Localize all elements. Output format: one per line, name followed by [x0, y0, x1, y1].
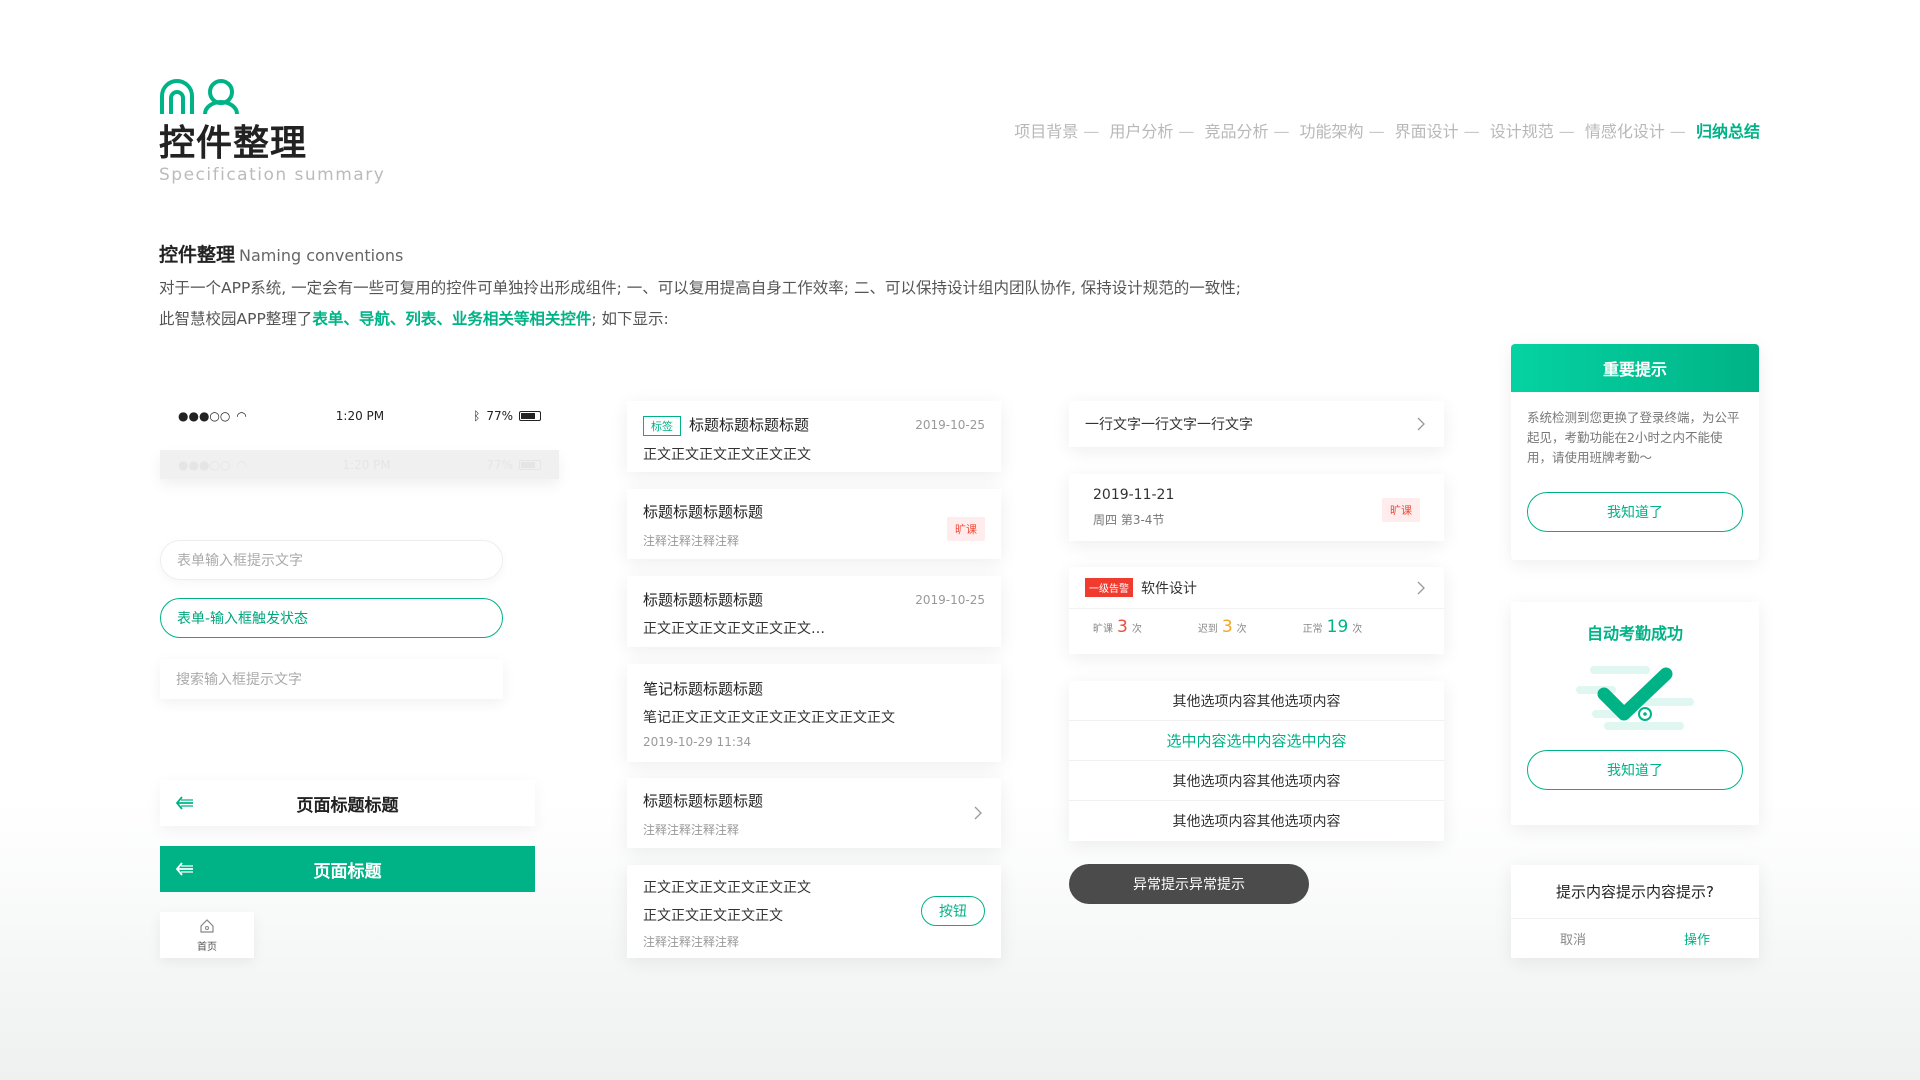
chevron-right-icon — [974, 806, 982, 820]
success-dialog: 自动考勤成功 我知道了 — [1511, 602, 1759, 825]
option-item[interactable]: 其他选项内容其他选项内容 — [1069, 761, 1444, 801]
wifi-icon: ◠ — [236, 457, 247, 472]
back-arrow-icon[interactable] — [174, 792, 196, 814]
absent-badge: 旷课 — [947, 517, 985, 541]
list-note: 注释注释注释注释 — [643, 935, 740, 949]
navbar-title: 页面标题标题 — [296, 795, 399, 816]
tag-badge: 标签 — [643, 416, 681, 436]
signal-icon: ●●●○○ — [178, 457, 231, 472]
note-body: 笔记正文正文正文正文正文正文正文正文 — [643, 710, 895, 726]
option-item-selected[interactable]: 选中内容选中内容选中内容 — [1069, 721, 1444, 761]
cancel-button[interactable]: 取消 — [1511, 919, 1635, 957]
status-bar-ghost: ●●●○○ ◠ 1:20 PM 77% — [160, 450, 559, 479]
list-title: 标题标题标题标题 — [643, 591, 764, 609]
list-note: 注释注释注释注释 — [643, 534, 740, 548]
list-title: 标题标题标题标题 — [643, 503, 764, 521]
date-text: 2019-11-21 — [1093, 487, 1175, 503]
section-title: 控件整理 Naming conventions — [159, 244, 404, 266]
battery-icon — [519, 459, 541, 470]
nav-item-spec[interactable]: 设计规范 — [1490, 122, 1554, 141]
error-toast: 异常提示异常提示 — [1069, 864, 1309, 904]
status-time: 1:20 PM — [342, 457, 391, 472]
date-item[interactable]: 2019-11-21 周四 第3-4节 旷课 — [1069, 474, 1444, 541]
battery-percent: 77% — [486, 457, 513, 472]
stat-absent: 旷课 3 次 — [1093, 617, 1142, 637]
option-list: 其他选项内容其他选项内容 选中内容选中内容选中内容 其他选项内容其他选项内容 其… — [1069, 681, 1444, 841]
success-check-icon — [1576, 666, 1694, 730]
navbar-white: 页面标题标题 — [160, 780, 535, 826]
tab-home-label: 首页 — [197, 941, 217, 953]
status-bar: ●●●○○ ◠ 1:20 PM ᛒ 77% — [160, 401, 559, 430]
dialog-text: 系统检测到您更换了登录终端，为公平起见，考勤功能在2小时之内不能使用，请使用班牌… — [1527, 410, 1740, 465]
list-item[interactable]: 标签 标题标题标题标题 2019-10-25 正文正文正文正文正文正文 — [627, 401, 1001, 472]
important-dialog: 重要提示 系统检测到您更换了登录终端，为公平起见，考勤功能在2小时之内不能使用，… — [1511, 344, 1759, 560]
confirm-dialog: 提示内容提示内容提示? 取消 操作 — [1511, 865, 1759, 958]
list-note: 注释注释注释注释 — [643, 823, 740, 837]
home-icon — [200, 918, 214, 933]
nav-item-user-analysis[interactable]: 用户分析 — [1109, 122, 1173, 141]
nav-item-competitor[interactable]: 竞品分析 — [1204, 122, 1268, 141]
list-item[interactable]: 标题标题标题标题 2019-10-25 正文正文正文正文正文正文… — [627, 576, 1001, 647]
nav-item-summary[interactable]: 归纳总结 — [1696, 122, 1760, 141]
nav-item-emotional[interactable]: 情感化设计 — [1585, 122, 1665, 141]
page-subtitle: Specification summary — [159, 165, 386, 185]
chevron-right-icon — [1417, 581, 1425, 594]
list-date: 2019-10-25 — [915, 592, 985, 607]
dialog-text: 提示内容提示内容提示? — [1511, 865, 1759, 919]
list-body: 正文正文正文正文正文正文 — [643, 447, 811, 463]
form-input[interactable]: 表单输入框提示文字 — [160, 540, 503, 580]
acknowledge-button[interactable]: 我知道了 — [1527, 492, 1743, 532]
page-title: 控件整理 — [159, 123, 308, 164]
navbar-title: 页面标题 — [313, 861, 382, 882]
single-line-item[interactable]: 一行文字一行文字一行文字 — [1069, 401, 1444, 447]
list-date: 2019-10-25 — [915, 418, 985, 432]
note-item[interactable]: 笔记标题标题标题 笔记正文正文正文正文正文正文正文正文 2019-10-29 1… — [627, 664, 1001, 762]
absent-badge: 旷课 — [1382, 498, 1420, 522]
action-button[interactable]: 按钮 — [921, 896, 985, 926]
option-item[interactable]: 其他选项内容其他选项内容 — [1069, 681, 1444, 721]
course-name: 软件设计 — [1141, 580, 1197, 597]
note-title: 笔记标题标题标题 — [643, 680, 764, 698]
search-input[interactable]: 搜索输入框提示文字 — [160, 659, 503, 699]
chevron-right-icon — [1417, 417, 1425, 431]
note-time: 2019-10-29 11:34 — [643, 735, 752, 749]
section-desc: 对于一个APP系统, 一定会有一些可复用的控件可单独拎出形成组件; 一、可以复用… — [159, 279, 1242, 297]
list-title: 标题标题标题标题 — [643, 792, 764, 810]
navbar-green: 页面标题 — [160, 846, 535, 892]
signal-icon: ●●●○○ — [178, 408, 231, 423]
top-nav: 项目背景 — 用户分析 — 竞品分析 — 功能架构 — 界面设计 — 设计规范 — 情感化设… — [1014, 122, 1760, 141]
dialog-title: 自动考勤成功 — [1586, 624, 1683, 643]
brand-logo-icon — [160, 79, 239, 115]
section-desc-2: 此智慧校园APP整理了表单、导航、列表、业务相关等相关控件; 如下显示: — [159, 310, 669, 328]
nav-item-architecture[interactable]: 功能架构 — [1300, 122, 1364, 141]
nav-item-ui-design[interactable]: 界面设计 — [1395, 122, 1459, 141]
date-sub: 周四 第3-4节 — [1093, 513, 1165, 527]
nav-item-background[interactable]: 项目背景 — [1014, 122, 1078, 141]
form-input-active[interactable]: 表单-输入框触发状态 — [160, 598, 503, 638]
alarm-badge: 一级告警 — [1085, 578, 1133, 597]
battery-percent: 77% — [486, 408, 513, 423]
stat-normal: 正常 19 次 — [1302, 617, 1363, 637]
back-arrow-icon[interactable] — [174, 858, 196, 880]
stat-late: 迟到 3 次 — [1197, 617, 1247, 637]
confirm-button[interactable]: 操作 — [1635, 919, 1759, 957]
dialog-title: 重要提示 — [1511, 344, 1759, 392]
bluetooth-icon: ᛒ — [473, 408, 481, 423]
wifi-icon: ◠ — [236, 408, 247, 423]
status-time: 1:20 PM — [335, 408, 385, 423]
option-item[interactable]: 其他选项内容其他选项内容 — [1069, 801, 1444, 841]
acknowledge-button[interactable]: 我知道了 — [1527, 750, 1743, 790]
list-item-with-button: 正文正文正文正文正文正文 正文正文正文正文正文 注释注释注释注释 按钮 — [627, 865, 1001, 958]
list-body: 正文正文正文正文正文正文… — [643, 621, 825, 637]
list-item[interactable]: 标题标题标题标题 注释注释注释注释 旷课 — [627, 489, 1001, 559]
battery-icon — [518, 410, 541, 421]
list-body: 正文正文正文正文正文正文 — [643, 880, 811, 896]
list-item[interactable]: 标题标题标题标题 注释注释注释注释 — [627, 778, 1001, 848]
tab-home[interactable]: 首页 — [160, 912, 254, 958]
alarm-card[interactable]: 一级告警 软件设计 旷课 3 次 迟到 3 次 正常 19 次 — [1069, 567, 1444, 654]
